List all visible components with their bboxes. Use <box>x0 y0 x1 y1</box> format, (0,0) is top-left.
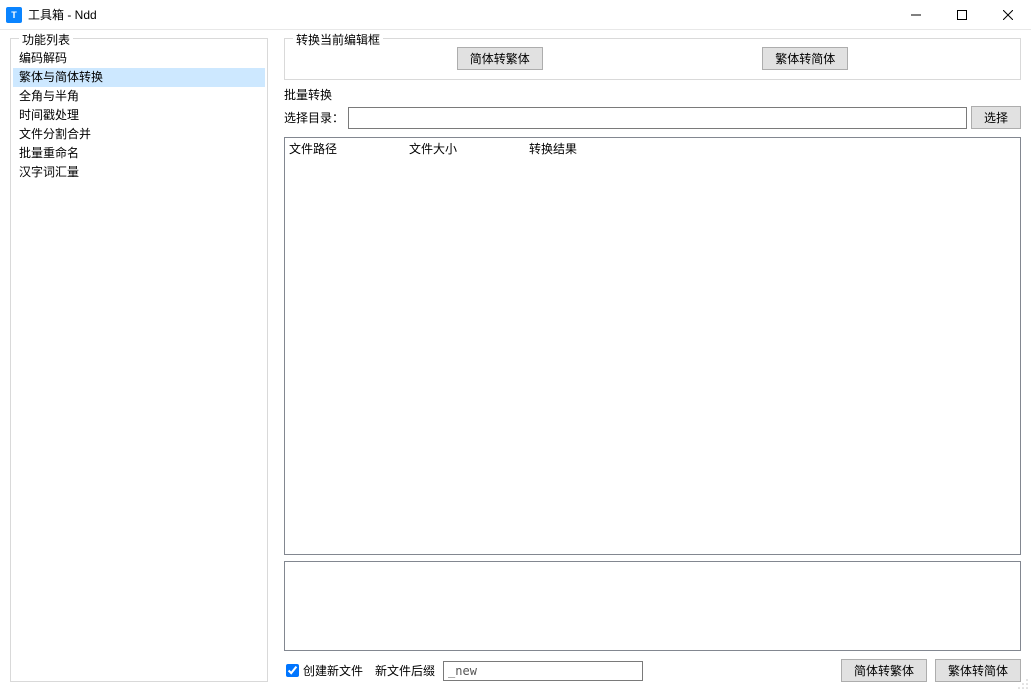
table-header: 文件路径 文件大小 转换结果 <box>285 138 1020 158</box>
file-table[interactable]: 文件路径 文件大小 转换结果 <box>284 137 1021 555</box>
function-list-title: 功能列表 <box>19 31 73 48</box>
batch-traditional-to-simplified-button[interactable]: 繁体转简体 <box>935 659 1021 682</box>
function-list[interactable]: 编码解码繁体与简体转换全角与半角时间戳处理文件分割合并批量重命名汉字词汇量 <box>13 49 265 182</box>
create-new-file-input[interactable] <box>286 664 299 677</box>
close-button[interactable] <box>985 0 1031 30</box>
batch-convert-title: 批量转换 <box>284 86 1021 103</box>
function-list-item[interactable]: 文件分割合并 <box>13 125 265 144</box>
batch-simplified-to-traditional-button[interactable]: 简体转繁体 <box>841 659 927 682</box>
new-file-suffix-input[interactable] <box>443 661 643 681</box>
batch-convert-group: 批量转换 选择目录： 选择 文件路径 文件大小 转换结果 创建新文件 <box>284 86 1021 682</box>
create-new-file-checkbox[interactable]: 创建新文件 <box>286 662 363 679</box>
function-list-group: 功能列表 编码解码繁体与简体转换全角与半角时间戳处理文件分割合并批量重命名汉字词… <box>10 38 268 682</box>
function-list-item[interactable]: 汉字词汇量 <box>13 163 265 182</box>
function-list-item[interactable]: 时间戳处理 <box>13 106 265 125</box>
function-list-item[interactable]: 繁体与简体转换 <box>13 68 265 87</box>
column-file-path[interactable]: 文件路径 <box>285 138 405 159</box>
select-directory-label: 选择目录： <box>284 109 344 126</box>
convert-current-title: 转换当前编辑框 <box>293 31 383 48</box>
traditional-to-simplified-button[interactable]: 繁体转简体 <box>762 47 848 70</box>
resize-grip-icon[interactable] <box>1017 678 1029 690</box>
choose-directory-button[interactable]: 选择 <box>971 106 1021 129</box>
window-title: 工具箱 - Ndd <box>28 6 97 23</box>
minimize-button[interactable] <box>893 0 939 30</box>
new-file-suffix-label: 新文件后缀 <box>375 662 435 679</box>
directory-input[interactable] <box>348 107 967 129</box>
function-list-item[interactable]: 批量重命名 <box>13 144 265 163</box>
maximize-button[interactable] <box>939 0 985 30</box>
title-bar: T 工具箱 - Ndd <box>0 0 1031 30</box>
convert-current-group: 转换当前编辑框 简体转繁体 繁体转简体 <box>284 38 1021 80</box>
function-list-item[interactable]: 全角与半角 <box>13 87 265 106</box>
minimize-icon <box>911 10 921 20</box>
app-icon: T <box>6 7 22 23</box>
close-icon <box>1003 10 1013 20</box>
column-result[interactable]: 转换结果 <box>525 138 1020 159</box>
simplified-to-traditional-button[interactable]: 简体转繁体 <box>457 47 543 70</box>
function-list-item[interactable]: 编码解码 <box>13 49 265 68</box>
column-file-size[interactable]: 文件大小 <box>405 138 525 159</box>
log-output[interactable] <box>284 561 1021 651</box>
create-new-file-label: 创建新文件 <box>303 662 363 679</box>
maximize-icon <box>957 10 967 20</box>
